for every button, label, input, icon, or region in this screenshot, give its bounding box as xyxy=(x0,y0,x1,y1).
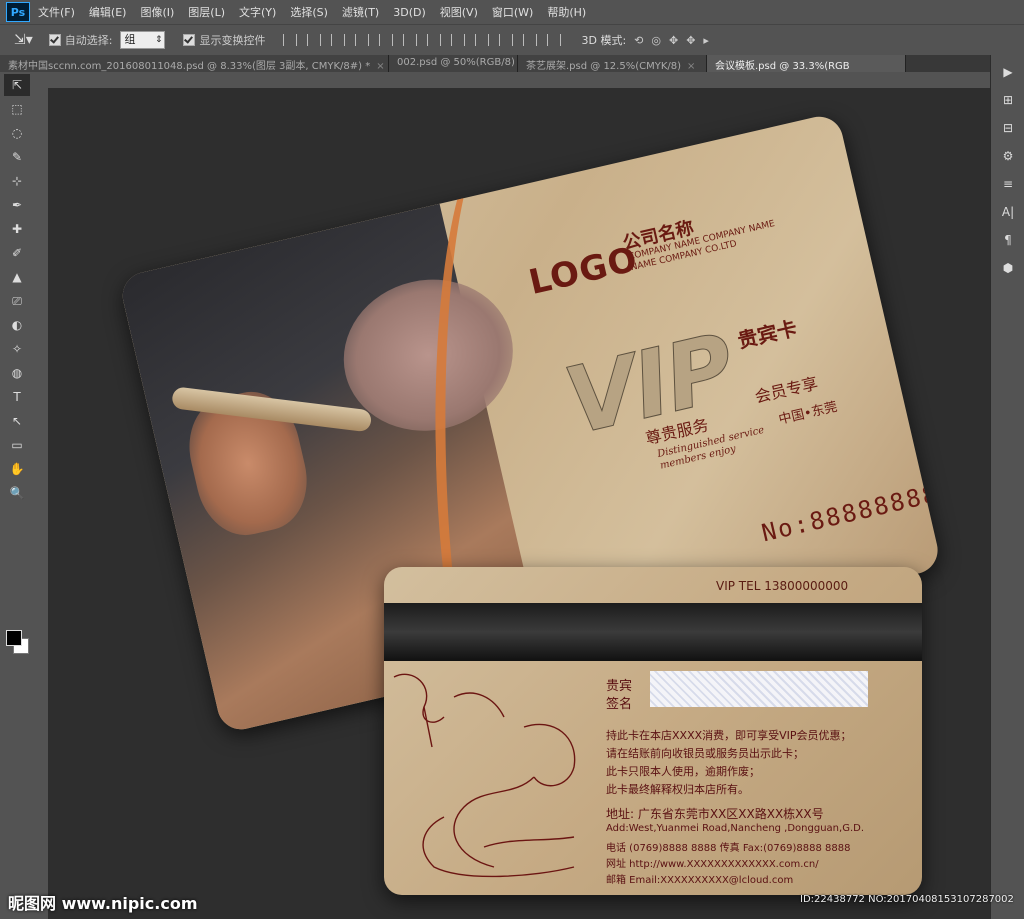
3d-mode-label: 3D 模式: xyxy=(581,34,627,47)
align-left-icon[interactable] xyxy=(355,34,370,46)
lasso-tool-icon[interactable]: ◌ xyxy=(4,122,30,144)
magnetic-stripe xyxy=(384,603,922,661)
character-icon[interactable]: A| xyxy=(997,201,1019,223)
horizontal-ruler xyxy=(34,72,990,89)
dodge-tool-icon[interactable]: ◍ xyxy=(4,362,30,384)
options-bar: ⇲▾ 自动选择: 组 显示变换控件 3D 模式: ⟲◎✥✥▸ xyxy=(0,24,1024,56)
menu-filter[interactable]: 滤镜(T) xyxy=(342,4,379,20)
rule-3: 此卡只限本人使用，逾期作废； xyxy=(606,765,760,778)
align-right-icon[interactable] xyxy=(403,34,418,46)
distribute-top-icon[interactable] xyxy=(427,34,442,46)
vertical-ruler xyxy=(34,88,49,919)
menu-select[interactable]: 选择(S) xyxy=(290,4,328,20)
history-icon[interactable]: ⊞ xyxy=(997,89,1019,111)
guest-label: 贵宾 xyxy=(606,679,633,694)
type-tool-icon[interactable]: T xyxy=(4,386,30,408)
properties-icon[interactable]: ≡ xyxy=(997,173,1019,195)
rule-2: 请在结账前向收银员或服务员出示此卡； xyxy=(606,747,804,760)
address-en-text: Add:West,Yuanmei Road,Nancheng ,Dongguan… xyxy=(606,823,864,834)
move-tool-icon[interactable]: ⇲▾ xyxy=(14,32,33,48)
menu-edit[interactable]: 编辑(E) xyxy=(89,4,127,20)
photoshop-logo: Ps xyxy=(6,2,30,22)
layers-icon[interactable]: ⊟ xyxy=(997,117,1019,139)
massage-line-art-icon xyxy=(393,673,576,878)
hand-tool-icon[interactable]: ✋ xyxy=(4,458,30,480)
close-icon[interactable]: × xyxy=(376,61,384,72)
zoom-tool-icon[interactable]: 🔍 xyxy=(4,482,30,504)
move-tool-icon[interactable]: ⇱ xyxy=(4,74,30,96)
stamp-tool-icon[interactable]: ▲ xyxy=(4,266,30,288)
panel-dock: ▶ ⊞ ⊟ ⚙ ≡ A| ¶ ⬢ xyxy=(990,55,1024,919)
foreground-color-swatch[interactable] xyxy=(6,630,22,646)
shape-tool-icon[interactable]: ▭ xyxy=(4,434,30,456)
vip-tel: VIP TEL 13800000000 xyxy=(716,579,849,593)
show-transform-label: 显示变换控件 xyxy=(199,34,266,47)
align-buttons xyxy=(283,34,562,46)
email-text: 邮箱 Email:XXXXXXXXXX@lcloud.com xyxy=(606,875,794,886)
marquee-tool-icon[interactable]: ⬚ xyxy=(4,98,30,120)
tab-document-2[interactable]: 002.psd @ 50%(RGB/8)× xyxy=(389,55,518,72)
paragraph-icon[interactable]: ¶ xyxy=(997,229,1019,251)
website-text: 网址 http://www.XXXXXXXXXXXXX.com.cn/ xyxy=(606,859,819,870)
crop-tool-icon[interactable]: ⊹ xyxy=(4,170,30,192)
adjustments-icon[interactable]: ⚙ xyxy=(997,145,1019,167)
distribute-left-icon[interactable] xyxy=(499,34,514,46)
menu-view[interactable]: 视图(V) xyxy=(440,4,478,20)
quick-select-tool-icon[interactable]: ✎ xyxy=(4,146,30,168)
auto-select-checkbox[interactable] xyxy=(48,34,61,46)
play-icon[interactable]: ▶ xyxy=(997,61,1019,83)
3d-mode-icons[interactable]: ⟲◎✥✥▸ xyxy=(634,34,717,47)
show-transform-checkbox[interactable] xyxy=(183,34,196,46)
card-number: No:88888888 xyxy=(758,479,942,548)
healing-tool-icon[interactable]: ✚ xyxy=(4,218,30,240)
vip-card-back: VIP TEL 13800000000 贵宾 签名 持此卡在本店XXXX消费，即… xyxy=(384,567,922,895)
blur-tool-icon[interactable]: ✧ xyxy=(4,338,30,360)
menu-3d[interactable]: 3D(D) xyxy=(393,6,426,19)
address-text: 地址: 广东省东莞市XX区XX路XX栋XX号 xyxy=(606,807,824,821)
auto-select-dropdown[interactable]: 组 xyxy=(120,31,166,49)
menu-image[interactable]: 图像(I) xyxy=(140,4,174,20)
close-icon[interactable]: × xyxy=(687,61,695,72)
align-hcenter-icon[interactable] xyxy=(379,34,394,46)
watermark-site: 昵图网 www.nipic.com xyxy=(8,894,198,913)
distribute-right-icon[interactable] xyxy=(547,34,562,46)
distribute-hcenter-icon[interactable] xyxy=(523,34,538,46)
eraser-tool-icon[interactable]: ⎚ xyxy=(4,290,30,312)
gradient-tool-icon[interactable]: ◐ xyxy=(4,314,30,336)
tab-document-3[interactable]: 茶艺展架.psd @ 12.5%(CMYK/8) × xyxy=(518,55,707,72)
menu-file[interactable]: 文件(F) xyxy=(38,4,75,20)
rule-4: 此卡最终解释权归本店所有。 xyxy=(606,783,749,796)
align-vcenter-icon[interactable] xyxy=(307,34,322,46)
distribute-bottom-icon[interactable] xyxy=(475,34,490,46)
vip-card-label: 贵宾卡 xyxy=(735,315,800,353)
menu-bar: Ps 文件(F) 编辑(E) 图像(I) 图层(L) 文字(Y) 选择(S) 滤… xyxy=(0,0,1024,24)
distribute-vcenter-icon[interactable] xyxy=(451,34,466,46)
eyedropper-tool-icon[interactable]: ✒ xyxy=(4,194,30,216)
menu-layer[interactable]: 图层(L) xyxy=(188,4,225,20)
document-tabs: 素材中国sccnn.com_20160801104​8.psd @ 8.33%(… xyxy=(0,55,990,73)
document-canvas[interactable]: LOGO 公司名称 COMPANY NAME COMPANY NAME NAME… xyxy=(48,88,990,919)
watermark-id: ID:22438772 NO:20170408153107287002 xyxy=(800,894,1014,905)
align-bottom-icon[interactable] xyxy=(331,34,346,46)
align-top-icon[interactable] xyxy=(283,34,298,46)
menu-help[interactable]: 帮助(H) xyxy=(547,4,586,20)
path-select-tool-icon[interactable]: ↖ xyxy=(4,410,30,432)
auto-select-label: 自动选择: xyxy=(64,34,113,47)
menu-type[interactable]: 文字(Y) xyxy=(239,4,276,20)
rule-1: 持此卡在本店XXXX消费，即可享受VIP会员优惠； xyxy=(606,729,852,742)
tab-document-1[interactable]: 素材中国sccnn.com_20160801104​8.psd @ 8.33%(… xyxy=(0,55,389,72)
phone-text: 电话 (0769)8888 8888 传真 Fax:(0769)8888 888… xyxy=(606,843,851,854)
signature-panel[interactable] xyxy=(650,671,868,707)
brush-tool-icon[interactable]: ✐ xyxy=(4,242,30,264)
menu-window[interactable]: 窗口(W) xyxy=(492,4,533,20)
tools-panel: ⇱ ⬚ ◌ ✎ ⊹ ✒ ✚ ✐ ▲ ⎚ ◐ ✧ ◍ T ↖ ▭ ✋ 🔍 xyxy=(0,72,35,919)
signature-label: 签名 xyxy=(606,697,633,712)
3d-icon[interactable]: ⬢ xyxy=(997,257,1019,279)
tab-document-4[interactable]: 会议模板.psd @ 33.3%(RGB xyxy=(707,55,906,72)
